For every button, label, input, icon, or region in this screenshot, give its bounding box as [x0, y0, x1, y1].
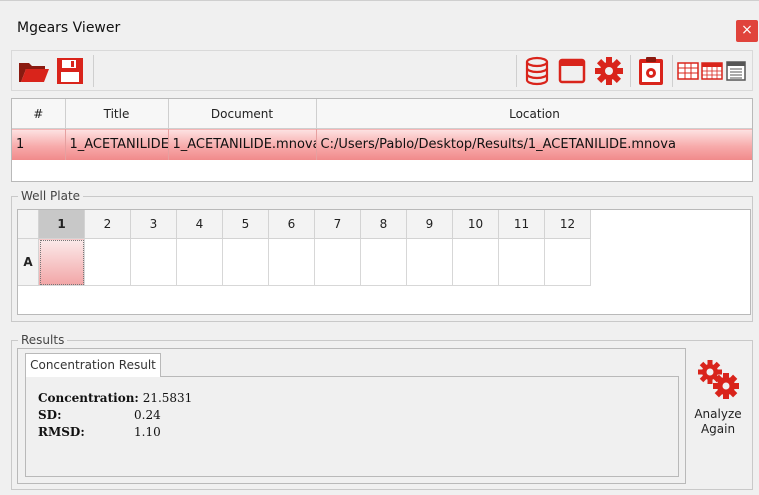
plate-column-header[interactable]: 9	[406, 210, 453, 239]
close-button[interactable]: ×	[736, 20, 758, 42]
well-cell[interactable]	[84, 238, 131, 286]
sd-row: SD: 0.24	[38, 408, 161, 422]
plate-column-header[interactable]: 1	[38, 210, 85, 239]
concentration-label: Concentration:	[38, 391, 139, 405]
analyze-again-button[interactable]: Analyze Again	[690, 357, 746, 441]
plate-column-header[interactable]: 7	[314, 210, 361, 239]
column-header-location[interactable]: Location	[316, 99, 752, 129]
window-title: Mgears Viewer	[17, 20, 121, 36]
plate-column-header[interactable]: 8	[360, 210, 407, 239]
rmsd-row: RMSD: 1.10	[38, 425, 161, 439]
plate-row-header[interactable]: A	[18, 238, 39, 286]
plate-column-header[interactable]: 3	[130, 210, 177, 239]
well-cell-a1[interactable]	[38, 238, 85, 286]
well-plate-grid: 1 2 3 4 5 6 7 8 9 10 11 12 A	[17, 209, 751, 315]
analyze-label-line2: Again	[700, 422, 736, 436]
well-cell[interactable]	[314, 238, 361, 286]
well-cell[interactable]	[406, 238, 453, 286]
document-cell[interactable]: 1_ACETANILIDE.mnova	[168, 128, 317, 160]
well-cell[interactable]	[268, 238, 315, 286]
tab-concentration-result[interactable]: Concentration Result	[25, 353, 161, 377]
plate-column-header[interactable]: 6	[268, 210, 315, 239]
toolbar-separator	[516, 55, 517, 87]
gears-icon	[698, 360, 739, 399]
rmsd-label: RMSD:	[38, 425, 85, 439]
plate-column-header[interactable]: 11	[498, 210, 545, 239]
well-plate-label: Well Plate	[18, 189, 84, 203]
plate-column-header[interactable]: 5	[222, 210, 269, 239]
database-icon[interactable]	[520, 54, 554, 88]
plate-column-header[interactable]: 12	[544, 210, 591, 239]
title-cell[interactable]: 1_ACETANILIDE	[65, 128, 169, 160]
well-cell[interactable]	[222, 238, 269, 286]
analyze-label: Analyze	[694, 407, 742, 421]
plate-column-header[interactable]: 2	[84, 210, 131, 239]
app-window: Mgears Viewer × # Title Document Locatio…	[0, 0, 759, 495]
corner-header	[18, 210, 39, 239]
toolbar-separator	[93, 55, 94, 87]
concentration-value: 21.5831	[142, 391, 193, 405]
results-label: Results	[18, 333, 68, 347]
table-view-icon[interactable]	[676, 54, 700, 88]
rmsd-value: 1.10	[134, 425, 161, 439]
open-folder-icon[interactable]	[17, 54, 51, 88]
table-row[interactable]: 1 1_ACETANILIDE 1_ACETANILIDE.mnova C:/U…	[12, 128, 752, 160]
well-cell[interactable]	[544, 238, 591, 286]
column-header-title[interactable]: Title	[65, 99, 169, 129]
settings-gear-icon[interactable]	[592, 54, 626, 88]
well-cell[interactable]	[130, 238, 177, 286]
window-icon[interactable]	[555, 54, 589, 88]
toolbar	[11, 50, 753, 91]
toolbar-separator	[672, 55, 673, 87]
clipboard-settings-icon[interactable]	[634, 54, 668, 88]
well-cell[interactable]	[452, 238, 499, 286]
well-cell[interactable]	[360, 238, 407, 286]
concentration-row: Concentration: 21.5831	[38, 391, 192, 405]
sd-label: SD:	[38, 408, 62, 422]
title-bar: Mgears Viewer ×	[0, 13, 759, 47]
toolbar-separator	[630, 55, 631, 87]
column-header-number[interactable]: #	[12, 99, 66, 129]
location-cell[interactable]: C:/Users/Pablo/Desktop/Results/1_ACETANI…	[316, 128, 752, 160]
well-cell[interactable]	[176, 238, 223, 286]
plate-column-header[interactable]: 4	[176, 210, 223, 239]
results-table: # Title Document Location 1 1_ACETANILID…	[11, 98, 753, 182]
save-icon[interactable]	[53, 54, 87, 88]
plate-column-header[interactable]: 10	[452, 210, 499, 239]
sd-value: 0.24	[134, 408, 161, 422]
grid-view-icon[interactable]	[700, 54, 724, 88]
column-header-document[interactable]: Document	[168, 99, 317, 129]
list-view-icon[interactable]	[724, 54, 748, 88]
row-number-cell[interactable]: 1	[12, 128, 66, 160]
well-cell[interactable]	[498, 238, 545, 286]
